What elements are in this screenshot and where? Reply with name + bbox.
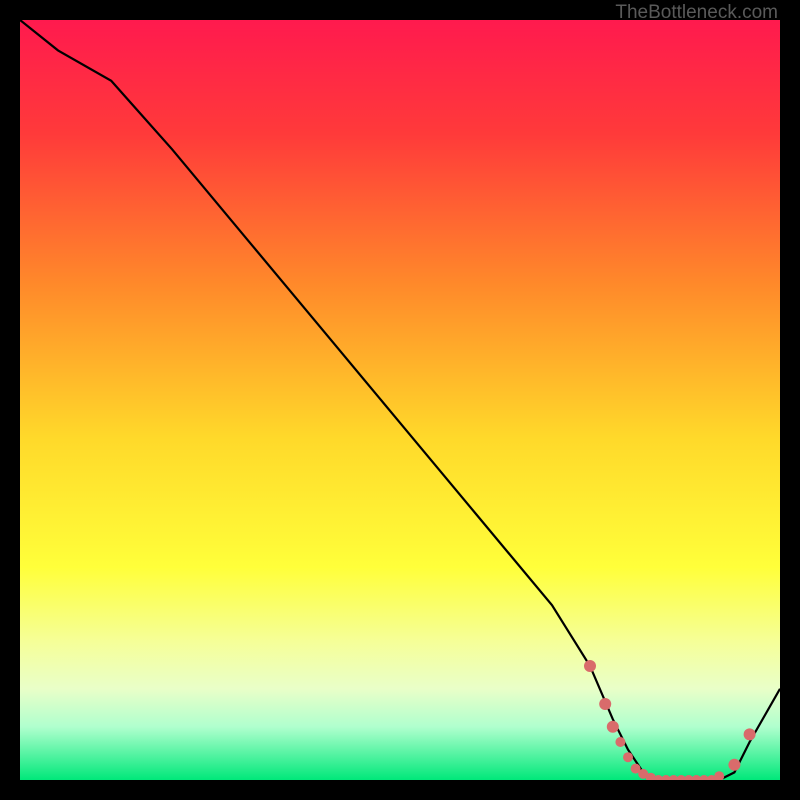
- plot-area: [20, 20, 780, 780]
- watermark-text: TheBottleneck.com: [615, 2, 778, 24]
- gradient-background: [20, 20, 780, 780]
